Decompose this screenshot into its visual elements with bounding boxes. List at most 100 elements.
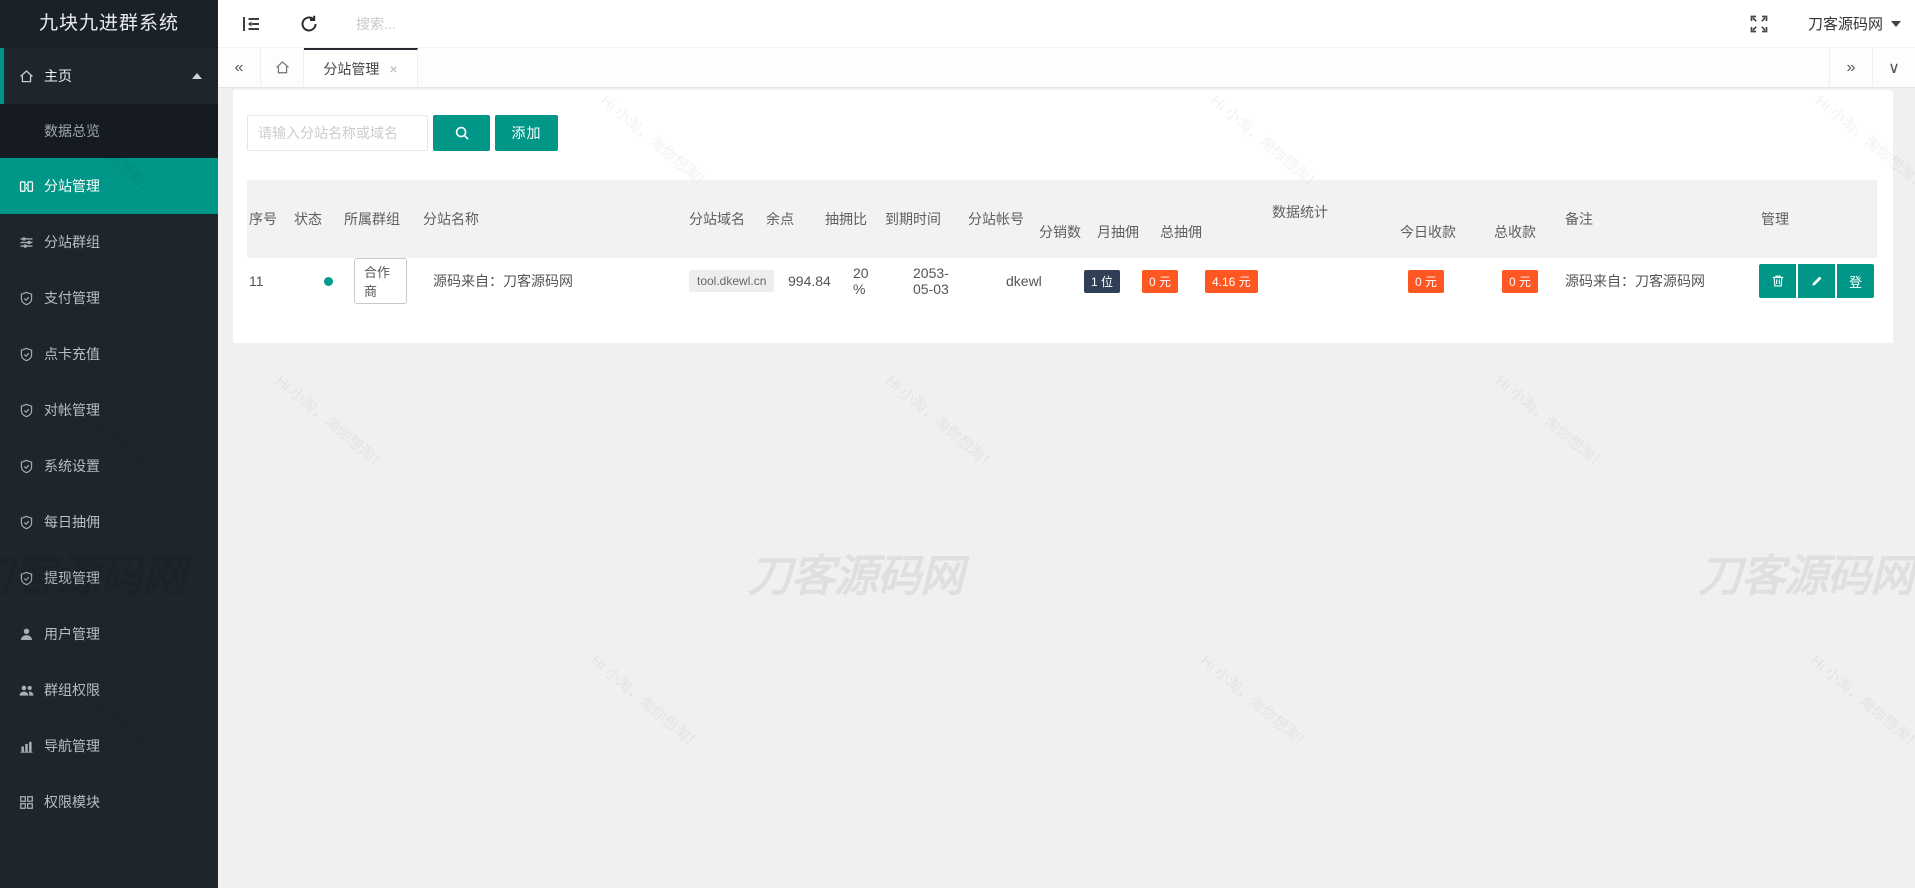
sidebar-item-label: 每日抽佣 [44,514,100,530]
col-balance: 余点 [766,211,794,227]
col-today-income: 今日收款 [1400,224,1456,240]
cell-total-commission: 4.16 元 [1158,258,1398,304]
col-status: 状态 [294,211,322,227]
cell-manage: 登 [1747,258,1877,304]
col-expire: 到期时间 [885,211,941,227]
topbar: 刀客源码网 [218,0,1915,48]
sidebar-item-group-perms[interactable]: 群组权限 [0,662,218,718]
col-total-commission: 总抽佣 [1160,224,1202,240]
col-distributors: 分销数 [1039,224,1081,240]
cell-remark: 源码来自：刀客源码网 [1565,273,1705,289]
cell-group: 合作商 [342,258,409,304]
sidebar-item-label: 群组权限 [44,682,100,698]
cell-total-income: 0 元 [1492,258,1563,304]
modules-icon [18,794,35,811]
content-area: 添加 序号 状态 所属群组 分站名称 分站 [218,88,1915,888]
sidebar-item-label: 点卡充值 [44,346,100,362]
login-button[interactable]: 登 [1837,264,1874,298]
tabs-scroll-right-button[interactable]: » [1829,48,1872,87]
sidebar-item-nav-manage[interactable]: 导航管理 [0,718,218,774]
sidebar-item-home[interactable]: 主页 [0,48,218,104]
shield-check-icon [18,458,35,475]
sidebar-item-settings[interactable]: 系统设置 [0,438,218,494]
today-income-badge: 0 元 [1408,269,1445,293]
sidebar-item-label: 分站群组 [44,234,100,250]
tab-site-manage[interactable]: 分站管理 × [304,48,418,87]
shield-check-icon [18,290,35,307]
col-month-commission: 月抽佣 [1097,224,1139,240]
home-tab-button[interactable] [261,48,304,87]
shield-check-icon [18,514,35,531]
domain-chip: tool.dkewl.cn [689,270,775,292]
main-area: 刀客源码网 « 分站管理 × » ∨ 添加 [218,0,1915,888]
total-commission-badge: 4.16 元 [1205,269,1258,293]
sidebar-item-withdraw[interactable]: 提现管理 [0,550,218,606]
sidebar-item-site-manage[interactable]: 分站管理 [0,158,218,214]
sidebar-item-label: 分站管理 [44,178,100,194]
cell-domain: tool.dkewl.cn [675,258,775,304]
shield-check-icon [18,402,35,419]
filter-toolbar: 添加 [233,90,1893,151]
cell-rate: 20 % [853,265,869,297]
user-icon [18,626,35,643]
search-input[interactable] [356,15,546,32]
shield-check-icon [18,570,35,587]
tab-label: 分站管理 [323,60,380,77]
sliders-icon [18,234,35,251]
app-title: 九块九进群系统 [0,0,218,48]
sidebar-item-label: 数据总览 [44,123,100,139]
tabbar-spacer [418,48,1829,87]
sidebar-item-data-overview[interactable]: 数据总览 [0,104,218,158]
sidebar-item-daily-commission[interactable]: 每日抽佣 [0,494,218,550]
bar-chart-icon [18,738,35,755]
tabs-more-button[interactable]: ∨ [1872,48,1915,87]
site-manage-panel: 添加 序号 状态 所属群组 分站名称 分站 [233,90,1893,343]
sidebar-item-label: 系统设置 [44,458,100,474]
topbar-right: 刀客源码网 [1748,13,1915,35]
tabs-scroll-left-button[interactable]: « [218,48,261,87]
layout-icon [18,178,35,195]
col-stats-group: 数据统计 [1272,204,1328,220]
cell-site-name: 源码来自：刀客源码网 [433,273,573,289]
sidebar-item-users[interactable]: 用户管理 [0,606,218,662]
user-menu[interactable]: 刀客源码网 [1808,13,1901,34]
total-income-badge: 0 元 [1502,269,1539,293]
sidebar-item-site-group[interactable]: 分站群组 [0,214,218,270]
sidebar-item-label: 主页 [44,68,72,84]
collapse-menu-icon[interactable] [240,13,262,35]
site-filter-input[interactable] [247,115,428,151]
cell-month-commission: 0 元 [1095,258,1179,304]
sidebar-item-card-recharge[interactable]: 点卡充值 [0,326,218,382]
group-tag: 合作商 [354,258,407,304]
col-group: 所属群组 [344,211,400,227]
status-dot [324,277,333,286]
sidebar-item-label: 支付管理 [44,290,100,306]
delete-button[interactable] [1759,264,1796,298]
row-actions: 登 [1759,264,1875,298]
cell-distributors: 1 位 [1037,258,1121,304]
chevron-up-icon [192,73,202,79]
col-manage: 管理 [1761,211,1789,227]
col-domain: 分站域名 [689,211,745,227]
cell-status [292,258,342,304]
sidebar-item-payment[interactable]: 支付管理 [0,270,218,326]
sidebar-item-perm-modules[interactable]: 权限模块 [0,774,218,830]
col-rate: 抽拥比 [825,211,867,227]
col-remark: 备注 [1565,211,1593,227]
cell-seq: 11 [249,273,264,289]
sidebar-item-reconcile[interactable]: 对帐管理 [0,382,218,438]
sites-table: 序号 状态 所属群组 分站名称 分站域名 余点 抽拥比 到期时间 分站帐号 数据… [247,180,1877,304]
cell-account: dkewl [1006,273,1042,289]
edit-button[interactable] [1798,264,1835,298]
username: 刀客源码网 [1807,16,1883,33]
col-site-name: 分站名称 [423,211,479,227]
sidebar: 九块九进群系统 主页 数据总览 分站管理 分站群组 支付管理 点卡充值 对帐管理 [0,0,218,888]
refresh-icon[interactable] [298,13,320,35]
filter-search-button[interactable] [433,115,490,151]
add-site-button[interactable]: 添加 [495,115,558,151]
table-row: 11 合作商 源码来自：刀客源码网 tool.dkewl.cn 994.84 2… [247,258,1877,304]
fullscreen-icon[interactable] [1748,13,1770,35]
sidebar-item-label: 导航管理 [44,738,100,754]
close-tab-icon[interactable]: × [389,61,397,77]
col-total-income: 总收款 [1494,224,1536,240]
